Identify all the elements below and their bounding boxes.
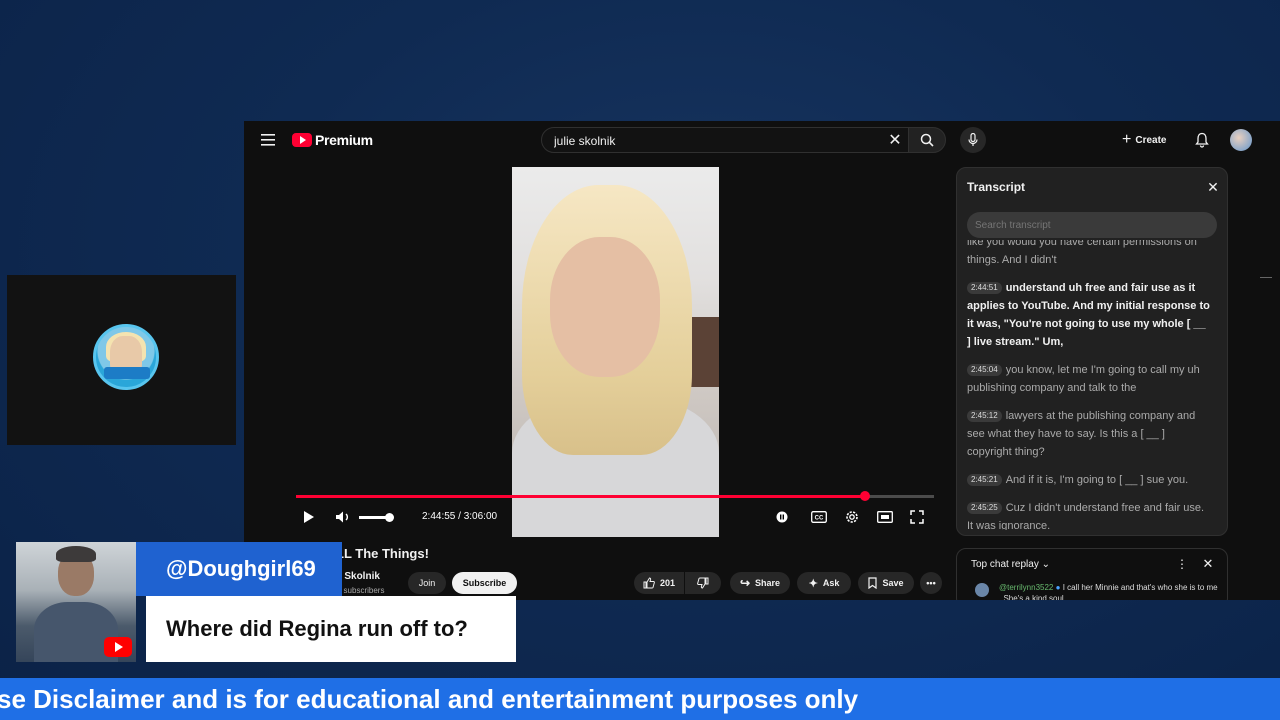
- sparkle-icon: ✦: [808, 577, 818, 590]
- progress-scrubber-handle[interactable]: [860, 491, 871, 501]
- create-button[interactable]: + Create: [1122, 130, 1166, 150]
- autoplay-toggle-icon[interactable]: [774, 509, 792, 525]
- ask-button[interactable]: ✦ Ask: [797, 572, 851, 594]
- microphone-icon: [968, 133, 978, 146]
- share-label: Share: [755, 578, 781, 588]
- chat-author-avatar[interactable]: [975, 583, 989, 597]
- page-scrollbar[interactable]: [1260, 277, 1272, 278]
- transcript-segment[interactable]: like you would you have certain permissi…: [967, 240, 1212, 269]
- segment-timestamp[interactable]: 2:45:04: [967, 364, 1002, 376]
- ticker-text: se Disclaimer and is for educational and…: [0, 684, 859, 714]
- commenter-username: @Doughgirl69: [136, 542, 342, 596]
- segment-text: understand uh free and fair use as it ap…: [967, 282, 1210, 348]
- like-count: 201: [659, 578, 676, 588]
- youtube-logo-icon: [104, 637, 132, 657]
- transcript-segment[interactable]: 2:45:12 lawyers at the publishing company…: [967, 407, 1212, 461]
- segment-text: Cuz I didn't understand free and fair us…: [967, 502, 1205, 530]
- join-button[interactable]: Join: [408, 572, 446, 594]
- like-button[interactable]: 201: [634, 572, 684, 594]
- chat-mode-dropdown[interactable]: Top chat replay ⌄: [971, 559, 1050, 570]
- share-arrow-icon: ↪: [739, 576, 751, 590]
- chat-mode-label: Top chat replay: [971, 559, 1039, 570]
- segment-text: And if it is, I'm going to [ __ ] sue yo…: [1005, 474, 1189, 486]
- transcript-panel: Transcript ✕ like you would you have cer…: [956, 167, 1228, 536]
- ask-label: Ask: [822, 578, 840, 588]
- disclaimer-ticker: se Disclaimer and is for educational and…: [0, 678, 1280, 720]
- transcript-segment[interactable]: 2:45:04 you know, let me I'm going to cal…: [967, 361, 1212, 397]
- settings-gear-icon[interactable]: [843, 508, 861, 526]
- search-input[interactable]: [552, 133, 876, 149]
- logo-text: Premium: [315, 132, 373, 148]
- close-transcript-icon[interactable]: ✕: [1205, 179, 1221, 195]
- time-display: 2:44:55 / 3:06:00: [422, 511, 498, 522]
- share-button[interactable]: ↪ Share: [730, 572, 790, 594]
- captions-icon[interactable]: CC: [810, 509, 828, 525]
- search-icon: [920, 133, 934, 147]
- verified-badge-icon: ●: [1055, 583, 1061, 592]
- search-box[interactable]: [541, 127, 909, 153]
- youtube-top-bar: Premium ✕ + Create: [244, 121, 1280, 159]
- subscriber-count: K subscribers: [336, 586, 385, 595]
- chat-message: @terrilynn3522 ● I call her Minnie and t…: [999, 582, 1219, 600]
- dislike-button[interactable]: [685, 572, 721, 594]
- plus-icon: +: [1122, 131, 1132, 148]
- chat-author[interactable]: @terrilynn3522: [999, 583, 1053, 592]
- transcript-segment[interactable]: 2:45:21 And if it is, I'm going to [ __ ]…: [967, 471, 1212, 489]
- transcript-list[interactable]: like you would you have certain permissi…: [967, 240, 1212, 530]
- transcript-segment-active[interactable]: 2:44:51 understand uh free and fair use a…: [967, 279, 1212, 351]
- transcript-search-input[interactable]: [967, 212, 1217, 238]
- account-avatar[interactable]: [1230, 129, 1252, 151]
- youtube-premium-logo[interactable]: Premium: [292, 130, 373, 150]
- video-progress-bar[interactable]: [296, 491, 934, 501]
- segment-timestamp[interactable]: 2:45:12: [967, 410, 1002, 422]
- video-player-frame[interactable]: [512, 167, 719, 537]
- subscribe-button[interactable]: Subscribe: [452, 572, 517, 594]
- thumbs-down-icon: [697, 577, 709, 589]
- more-actions-icon[interactable]: •••: [920, 572, 942, 594]
- save-label: Save: [882, 578, 904, 588]
- transcript-title: Transcript: [967, 180, 1026, 194]
- channel-name[interactable]: e Skolnik: [336, 571, 380, 582]
- segment-timestamp[interactable]: 2:44:51: [967, 282, 1002, 294]
- live-chat-replay-panel: Top chat replay ⌄ ⋮ ✕ @terrilynn3522 ● I…: [956, 548, 1228, 600]
- bookmark-icon: [868, 577, 878, 589]
- create-label: Create: [1135, 134, 1167, 146]
- save-button[interactable]: Save: [858, 572, 914, 594]
- notifications-bell-icon[interactable]: [1192, 130, 1212, 150]
- video-title: LL The Things!: [336, 546, 429, 561]
- youtube-play-logo-icon: [292, 133, 312, 147]
- clear-search-icon[interactable]: ✕: [884, 129, 906, 151]
- hamburger-menu-icon[interactable]: [258, 131, 278, 149]
- volume-icon[interactable]: [334, 507, 354, 527]
- thumbs-up-icon: [643, 577, 655, 589]
- progress-fill: [296, 495, 866, 498]
- volume-slider-handle[interactable]: [385, 513, 394, 522]
- search-button[interactable]: [908, 127, 946, 153]
- transcript-segment[interactable]: 2:45:25 Cuz I didn't understand free and …: [967, 499, 1212, 530]
- host-avatar: [93, 324, 159, 390]
- segment-text: you know, let me I'm going to call my uh…: [967, 364, 1200, 394]
- host-camera-panel: [7, 275, 236, 445]
- commenter-question: Where did Regina run off to?: [146, 596, 516, 662]
- miniplayer-icon[interactable]: [876, 509, 894, 525]
- segment-timestamp[interactable]: 2:45:21: [967, 474, 1002, 486]
- play-icon[interactable]: [300, 507, 318, 527]
- svg-text:CC: CC: [815, 516, 824, 522]
- segment-timestamp[interactable]: 2:45:25: [967, 502, 1002, 514]
- chat-options-icon[interactable]: ⋮: [1176, 557, 1188, 571]
- youtube-window: Premium ✕ + Create 2:44:55 / 3:06: [244, 121, 1280, 600]
- fullscreen-icon[interactable]: [908, 508, 926, 526]
- voice-search-button[interactable]: [960, 127, 986, 153]
- segment-text: like you would you have certain permissi…: [967, 240, 1197, 266]
- close-chat-icon[interactable]: ✕: [1201, 556, 1215, 571]
- chevron-down-icon: ⌄: [1041, 559, 1050, 570]
